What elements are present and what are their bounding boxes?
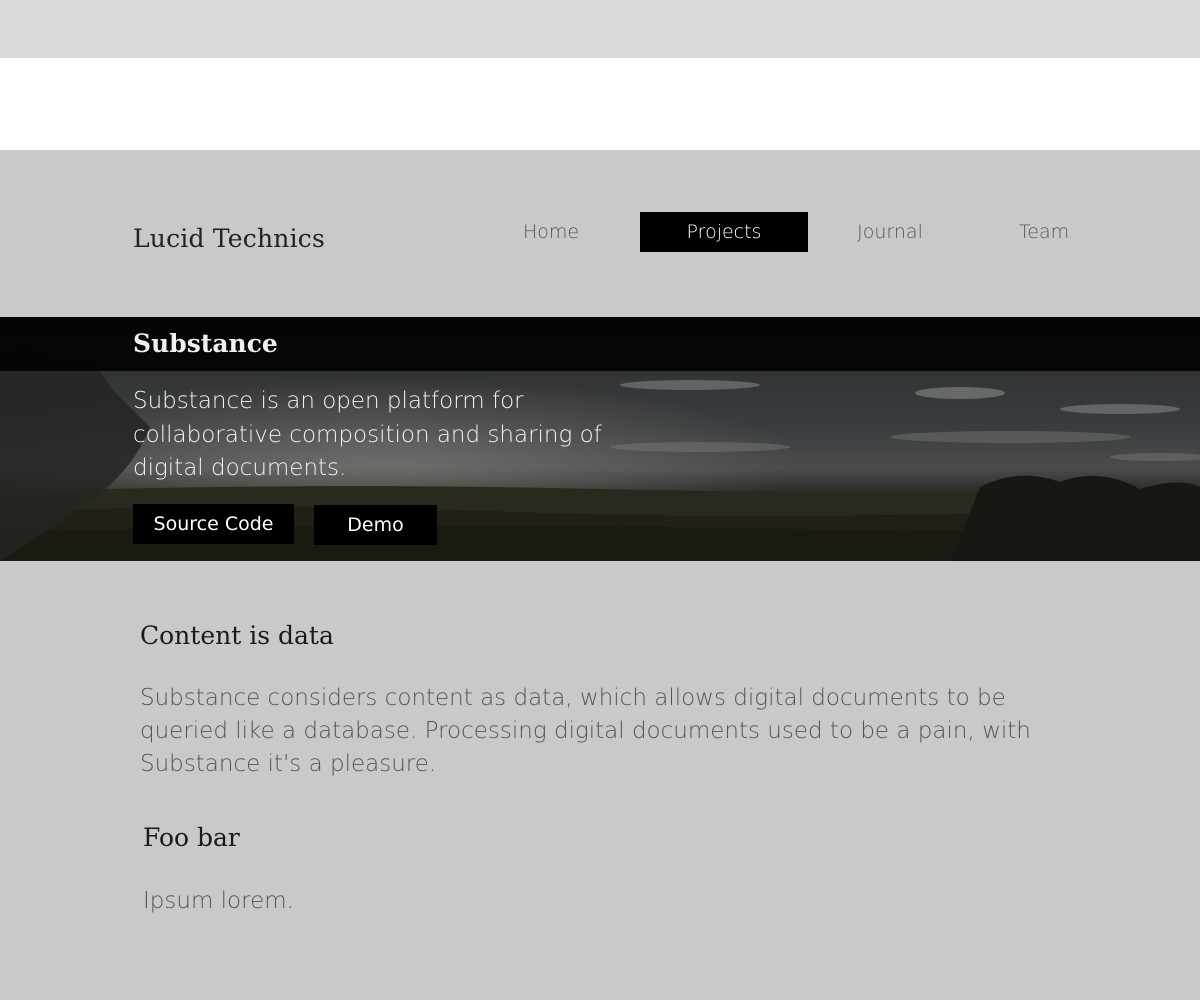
main-content: Content is data Substance considers cont… <box>0 561 1200 1000</box>
hero-description: Substance is an open platform for collab… <box>133 388 602 481</box>
source-code-button[interactable]: Source Code <box>133 504 294 544</box>
section-heading: Foo bar <box>143 823 240 852</box>
nav-home[interactable]: Home <box>470 212 632 252</box>
banner-area <box>0 58 1200 150</box>
nav-projects[interactable]: Projects <box>640 212 808 252</box>
section-heading: Content is data <box>140 621 334 650</box>
nav-team[interactable]: Team <box>960 212 1128 252</box>
section-body: Substance considers content as data, whi… <box>140 685 1031 777</box>
demo-button[interactable]: Demo <box>314 505 437 545</box>
nav-journal[interactable]: Journal <box>808 212 972 252</box>
hero-banner: Substance Substance is an open platform … <box>0 317 1200 561</box>
top-strip <box>0 0 1200 58</box>
hero-title: Substance <box>133 329 278 358</box>
brand-logo[interactable]: Lucid Technics <box>133 224 325 253</box>
site-header: Lucid Technics Home Projects Journal Tea… <box>0 150 1200 317</box>
section-body: Ipsum lorem. <box>143 888 294 914</box>
